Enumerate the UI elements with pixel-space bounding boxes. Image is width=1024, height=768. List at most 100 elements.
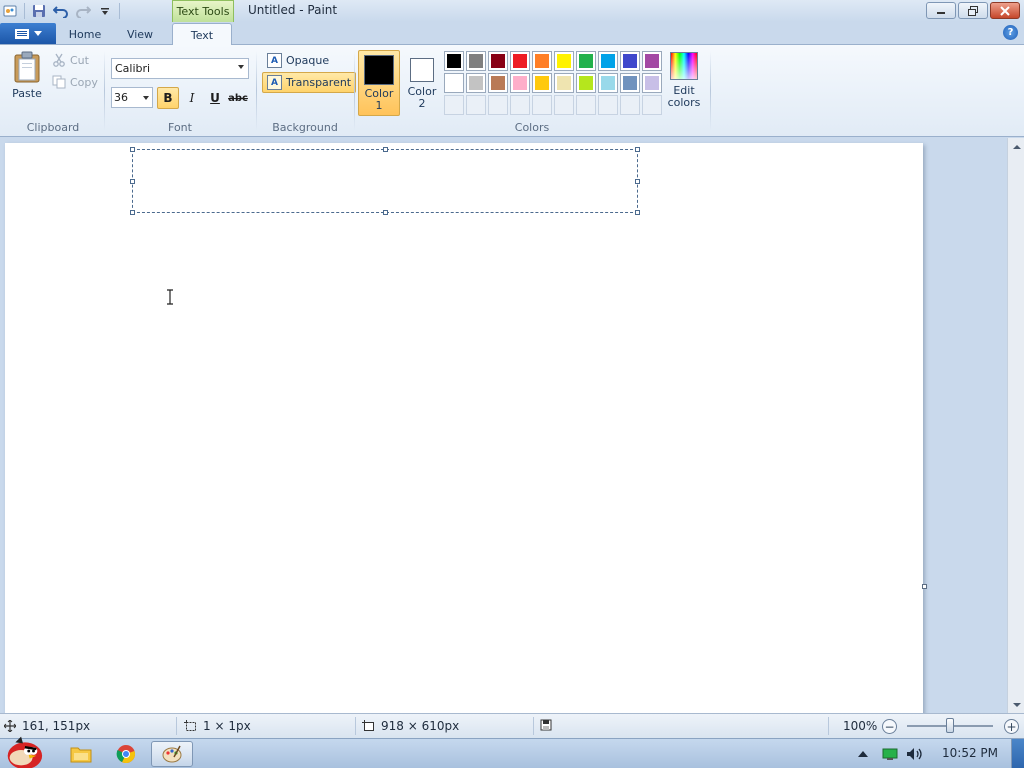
taskbar-clock[interactable]: 10:52 PM [942, 746, 998, 760]
opaque-button[interactable]: A Opaque [262, 50, 334, 71]
taskbar: 10:52 PM [0, 736, 1024, 768]
resize-handle[interactable] [130, 147, 135, 152]
palette-swatch-1-4[interactable] [532, 51, 552, 71]
palette-swatch-2-2[interactable] [488, 73, 508, 93]
vertical-scrollbar[interactable] [1007, 138, 1024, 713]
italic-button[interactable]: I [181, 87, 203, 109]
custom-color-slot[interactable] [510, 95, 530, 115]
volume-tray-icon[interactable] [903, 741, 927, 767]
undo-icon[interactable] [53, 3, 69, 19]
drawing-canvas[interactable] [5, 143, 923, 713]
palette-swatch-2-3[interactable] [510, 73, 530, 93]
custom-color-slot[interactable] [598, 95, 618, 115]
transparent-button[interactable]: A Transparent [262, 72, 357, 93]
paint-menu-button[interactable] [0, 23, 56, 44]
edit-colors-button[interactable]: Edit colors [666, 52, 702, 109]
minimize-button[interactable] [926, 2, 956, 19]
palette-swatch-1-0[interactable] [444, 51, 464, 71]
custom-color-slot[interactable] [576, 95, 596, 115]
speaker-icon [907, 748, 922, 760]
palette-swatch-1-5[interactable] [554, 51, 574, 71]
resize-handle[interactable] [130, 179, 135, 184]
file-explorer-app[interactable] [60, 741, 102, 767]
color2-button[interactable]: Color 2 [401, 50, 443, 116]
show-desktop-button[interactable] [1011, 739, 1024, 768]
swatch-fill [601, 76, 615, 90]
tab-home[interactable]: Home [60, 23, 110, 45]
chrome-app[interactable] [105, 741, 147, 767]
group-divider [104, 51, 105, 131]
paint-app[interactable] [151, 741, 193, 767]
cut-button[interactable]: Cut [52, 53, 89, 67]
custom-color-slot[interactable] [532, 95, 552, 115]
close-button[interactable] [990, 2, 1020, 19]
resize-handle[interactable] [635, 179, 640, 184]
zoom-in-button[interactable]: + [1004, 719, 1019, 734]
palette-swatch-1-6[interactable] [576, 51, 596, 71]
resize-handle[interactable] [635, 147, 640, 152]
color1-button[interactable]: Color 1 [358, 50, 400, 116]
copy-button[interactable]: Copy [52, 75, 98, 89]
zoom-slider-thumb[interactable] [946, 718, 954, 733]
canvas-size-value: 918 × 610px [381, 719, 460, 733]
palette-swatch-1-1[interactable] [466, 51, 486, 71]
bold-button[interactable]: B [157, 87, 179, 109]
restore-button[interactable] [958, 2, 988, 19]
palette-swatch-2-9[interactable] [642, 73, 662, 93]
scroll-up-button[interactable] [1008, 138, 1024, 155]
palette-swatch-1-2[interactable] [488, 51, 508, 71]
resize-handle[interactable] [383, 147, 388, 152]
color-spectrum-icon [670, 52, 698, 80]
custom-color-slot[interactable] [444, 95, 464, 115]
zoom-out-button[interactable]: − [882, 719, 897, 734]
swatch-fill [513, 54, 527, 68]
strikethrough-button[interactable]: abc [227, 87, 249, 109]
custom-color-slot[interactable] [488, 95, 508, 115]
palette-swatch-2-7[interactable] [598, 73, 618, 93]
qat-separator [24, 3, 25, 19]
palette-swatch-1-7[interactable] [598, 51, 618, 71]
angry-birds-app[interactable] [2, 733, 44, 768]
palette-swatch-2-0[interactable] [444, 73, 464, 93]
text-cursor-icon [167, 289, 173, 305]
resize-handle[interactable] [635, 210, 640, 215]
palette-swatch-2-5[interactable] [554, 73, 574, 93]
show-hidden-icons-button[interactable] [852, 741, 874, 767]
tab-view[interactable]: View [115, 23, 165, 45]
palette-swatch-1-3[interactable] [510, 51, 530, 71]
quick-access-toolbar [2, 2, 120, 20]
swatch-fill [557, 54, 571, 68]
custom-color-slot[interactable] [554, 95, 574, 115]
swatch-fill [513, 76, 527, 90]
custom-color-slot[interactable] [466, 95, 486, 115]
tab-text[interactable]: Text [172, 23, 232, 46]
color1-number: 1 [375, 99, 383, 112]
color1-swatch [364, 55, 394, 85]
swatch-fill [623, 54, 637, 68]
paste-button[interactable]: Paste [8, 51, 46, 100]
palette-swatch-2-4[interactable] [532, 73, 552, 93]
help-icon[interactable]: ? [1003, 25, 1018, 40]
save-icon[interactable] [31, 3, 47, 19]
custom-color-slot[interactable] [642, 95, 662, 115]
palette-swatch-2-8[interactable] [620, 73, 640, 93]
paint-app-icon[interactable] [2, 3, 18, 19]
chevron-down-icon [238, 65, 244, 69]
text-box-selection[interactable] [130, 147, 640, 215]
network-tray-icon[interactable] [878, 741, 902, 767]
customize-qat-icon[interactable] [97, 3, 113, 19]
canvas-resize-handle[interactable] [922, 584, 927, 589]
scroll-down-button[interactable] [1008, 696, 1024, 713]
redo-icon[interactable] [75, 3, 91, 19]
palette-swatch-2-6[interactable] [576, 73, 596, 93]
palette-swatch-2-1[interactable] [466, 73, 486, 93]
cut-label: Cut [70, 53, 89, 67]
resize-handle[interactable] [130, 210, 135, 215]
underline-button[interactable]: U [204, 87, 226, 109]
palette-swatch-1-8[interactable] [620, 51, 640, 71]
font-size-select[interactable]: 36 [111, 87, 153, 108]
custom-color-slot[interactable] [620, 95, 640, 115]
resize-handle[interactable] [383, 210, 388, 215]
font-family-select[interactable]: Calibri [111, 58, 249, 79]
palette-swatch-1-9[interactable] [642, 51, 662, 71]
